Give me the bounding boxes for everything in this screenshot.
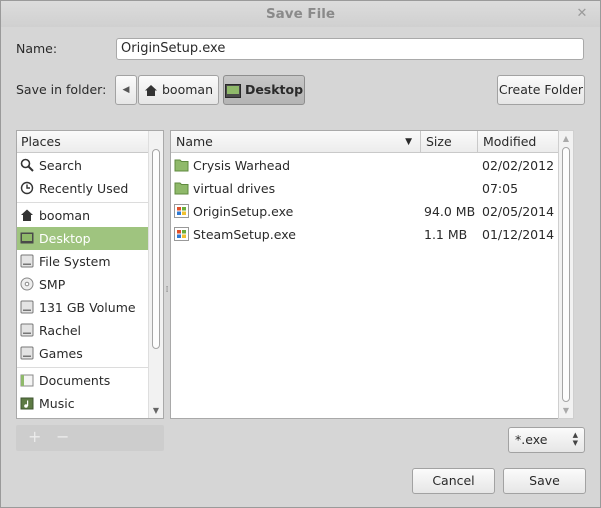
place-item-booman[interactable]: booman — [17, 204, 148, 227]
places-scrollbar[interactable]: ▼ — [148, 131, 163, 418]
drive-icon — [20, 254, 34, 268]
scroll-up-arrow-icon[interactable]: ▲ — [559, 134, 573, 143]
folder-icon — [174, 159, 189, 172]
file-row[interactable]: OriginSetup.exe 94.0 MB 02/05/2014 — [171, 200, 559, 223]
file-row[interactable]: SteamSetup.exe 1.1 MB 01/12/2014 — [171, 223, 559, 246]
folder-icon — [20, 374, 34, 387]
scroll-down-arrow-icon[interactable]: ▼ — [149, 406, 163, 415]
folder-icon — [174, 182, 189, 195]
file-name: OriginSetup.exe — [193, 204, 294, 219]
add-place-button[interactable]: + — [28, 427, 41, 446]
place-item-file-system[interactable]: File System — [17, 250, 148, 273]
save-file-dialog: Save File ✕ Name: OriginSetup.exe Save i… — [0, 0, 601, 508]
path-back-button[interactable]: ◀ — [115, 75, 137, 105]
file-list-scroll-thumb[interactable] — [562, 147, 570, 402]
windows-exe-icon — [174, 227, 189, 241]
optical-disc-icon — [20, 277, 34, 291]
places-scroll-thumb[interactable] — [152, 149, 160, 349]
place-item-search[interactable]: Search — [17, 154, 148, 177]
place-item-smp[interactable]: SMP — [17, 273, 148, 296]
places-header[interactable]: Places — [17, 131, 163, 153]
cancel-button[interactable]: Cancel — [412, 468, 495, 494]
sort-descending-icon: ▼ — [405, 137, 412, 147]
file-modified: 01/12/2014 — [482, 227, 555, 242]
file-modified: 07:05 — [482, 181, 519, 196]
place-item-desktop[interactable]: Desktop — [17, 227, 148, 250]
save-button[interactable]: Save — [503, 468, 586, 494]
places-divider — [17, 367, 148, 368]
windows-exe-icon — [174, 204, 189, 218]
places-sidebar: Places Search Recently Used booman Deskt… — [16, 130, 164, 419]
path-crumb-label: booman — [162, 82, 213, 97]
home-icon — [21, 209, 33, 221]
column-header-modified[interactable]: Modified — [478, 131, 559, 153]
file-modified: 02/05/2014 — [482, 204, 555, 219]
file-name: virtual drives — [193, 181, 276, 196]
drive-icon — [20, 346, 34, 360]
file-modified: 02/02/2012 — [482, 158, 555, 173]
window-title: Save File — [265, 6, 336, 22]
path-crumb-home[interactable]: booman — [138, 75, 219, 105]
file-row[interactable]: Crysis Warhead 02/02/2012 — [171, 154, 559, 177]
save-in-folder-label: Save in folder: — [16, 82, 107, 97]
place-item-games[interactable]: Games — [17, 342, 148, 365]
file-name: Crysis Warhead — [193, 158, 291, 173]
file-size: 94.0 MB — [424, 204, 476, 219]
places-divider — [17, 202, 148, 203]
desktop-icon — [224, 83, 241, 98]
places-add-remove-bar: + − — [16, 425, 164, 451]
remove-place-button[interactable]: − — [56, 427, 69, 446]
file-row[interactable]: virtual drives 07:05 — [171, 177, 559, 200]
file-list: Name ▼ Size Modified Crysis Warhead 02/0… — [170, 130, 574, 419]
create-folder-button[interactable]: Create Folder — [497, 75, 585, 105]
column-header-size[interactable]: Size — [421, 131, 478, 153]
music-folder-icon — [20, 397, 34, 410]
file-type-filter[interactable]: *.exe ▲ ▼ — [508, 427, 585, 453]
place-item-rachel[interactable]: Rachel — [17, 319, 148, 342]
title-bar[interactable]: Save File ✕ — [1, 1, 600, 27]
place-item-music[interactable]: Music — [17, 392, 148, 415]
scroll-down-arrow-icon[interactable]: ▼ — [559, 406, 573, 415]
file-list-scrollbar[interactable]: ▲ ▼ — [558, 130, 574, 419]
spin-arrows-icon: ▲ ▼ — [572, 431, 578, 447]
place-item-documents[interactable]: Documents — [17, 369, 148, 392]
filename-input[interactable]: OriginSetup.exe — [116, 38, 584, 60]
place-item-131gb-volume[interactable]: 131 GB Volume — [17, 296, 148, 319]
file-name: SteamSetup.exe — [193, 227, 296, 242]
column-header-name[interactable]: Name ▼ — [171, 131, 421, 153]
home-icon — [145, 85, 157, 96]
search-icon — [20, 158, 34, 172]
clock-icon — [20, 181, 34, 195]
drive-icon — [20, 323, 34, 337]
file-size: 1.1 MB — [424, 227, 468, 242]
place-item-recently-used[interactable]: Recently Used — [17, 177, 148, 200]
path-crumb-label: Desktop — [244, 82, 304, 97]
name-label: Name: — [16, 41, 58, 56]
chevron-left-icon: ◀ — [122, 85, 130, 95]
path-crumb-desktop[interactable]: Desktop — [223, 75, 305, 105]
drive-icon — [20, 300, 34, 314]
close-icon[interactable]: ✕ — [574, 1, 590, 27]
desktop-icon — [20, 232, 34, 244]
